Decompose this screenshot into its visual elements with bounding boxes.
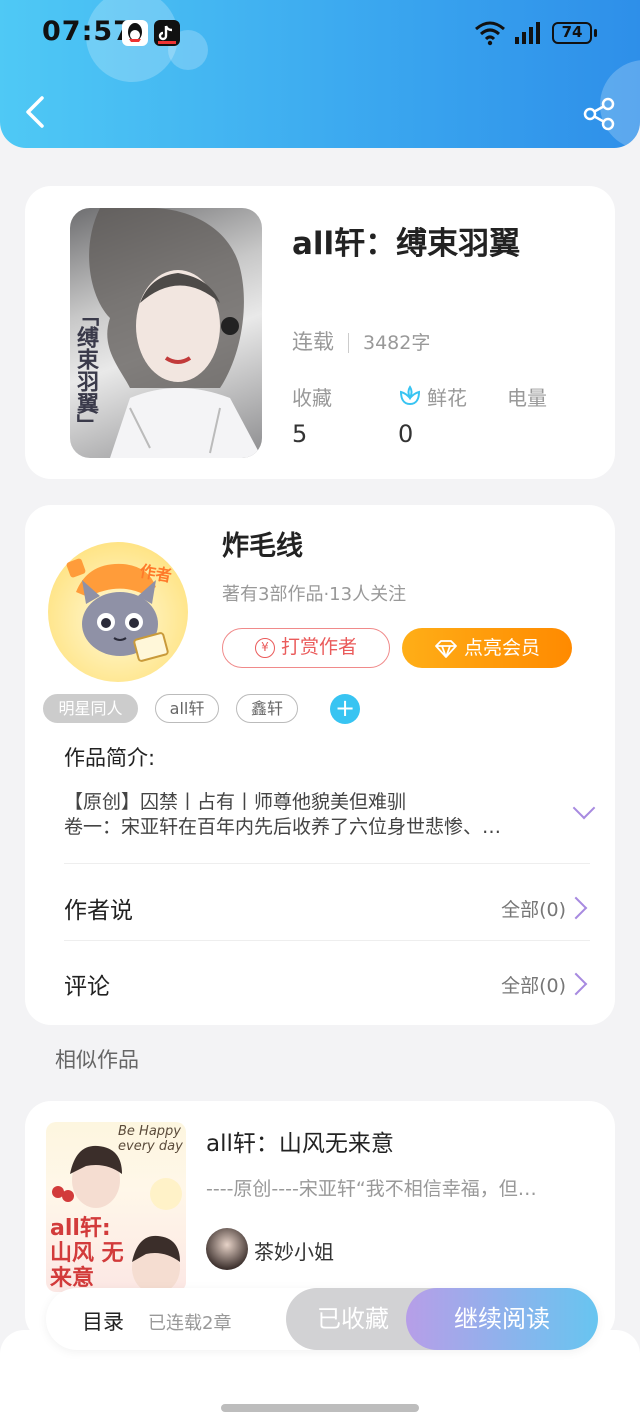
add-tag-button[interactable]: + (330, 694, 360, 724)
book-cover[interactable]: 「缚束羽翼」 (70, 208, 262, 458)
similar-author-avatar (206, 1228, 248, 1270)
douyin-icon (154, 20, 180, 46)
toc-chapter-count: 已连载2章 (148, 1313, 232, 1334)
synopsis-line-1: 【原创】囚禁丨占有丨师尊他貌美但难驯 (64, 791, 407, 813)
similar-work-title[interactable]: all轩：山风无来意 (206, 1124, 394, 1158)
book-meta: 连载 3482字 (292, 326, 430, 356)
author-says-label: 作者说 (64, 898, 133, 924)
wifi-icon (474, 20, 506, 50)
synopsis-line-2: 卷一：宋亚轩在百年内先后收养了六位身世悲惨、… (64, 816, 502, 838)
cover-portrait-image (89, 208, 262, 458)
favorited-label: 已收藏 (317, 1305, 389, 1333)
tip-author-label: 打赏作者 (280, 636, 357, 658)
divider (64, 940, 590, 941)
tag-item[interactable]: 鑫轩 (236, 694, 298, 723)
home-indicator[interactable] (221, 1404, 419, 1412)
back-button[interactable] (20, 92, 52, 132)
toc-button[interactable]: 目录 (82, 1306, 124, 1336)
book-word-count: 3482字 (363, 332, 431, 354)
similar-cover-main-text: all轩: 山风 无来意 (50, 1216, 124, 1291)
stat-label-power: 电量 (507, 386, 547, 410)
header: 07:57 74 (0, 0, 640, 148)
similar-work-cover[interactable]: Be Happy every day all轩: 山风 无来意 (46, 1122, 186, 1292)
stat-value-flowers: 0 (398, 420, 414, 448)
similar-work-desc: ----原创----宋亚轩“我不相信幸福，但… (206, 1178, 537, 1200)
author-meta: 著有3部作品·13人关注 (222, 584, 407, 605)
signal-icon (514, 20, 544, 50)
continue-reading-button[interactable]: 继续阅读 (406, 1288, 598, 1350)
cover-title-text: 「缚束羽翼」 (73, 304, 98, 436)
stat-label-flowers: 鲜花 (427, 386, 467, 410)
flower-icon (398, 384, 422, 412)
similar-cover-top-text: Be Happy every day (118, 1124, 183, 1154)
tag-item[interactable]: all轩 (155, 694, 219, 723)
author-says-link[interactable]: 全部(0) (501, 895, 566, 922)
diamond-icon (435, 639, 457, 658)
battery-icon: 74 (552, 22, 597, 44)
stat-value-favorites: 5 (292, 420, 308, 448)
meta-divider (348, 333, 349, 353)
status-bar: 07:57 74 (0, 14, 640, 54)
book-title: all轩：缚束羽翼 (292, 226, 521, 262)
tag-item[interactable]: 明星同人 (43, 694, 138, 723)
chevron-left-icon (26, 96, 44, 128)
similar-works-label: 相似作品 (55, 1048, 139, 1072)
share-button[interactable] (580, 96, 620, 136)
qq-icon (122, 20, 148, 46)
status-time: 07:57 (42, 16, 133, 47)
divider (64, 863, 590, 864)
comments-link[interactable]: 全部(0) (501, 971, 566, 998)
author-avatar[interactable]: 作者 (48, 542, 188, 682)
stat-label-favorites: 收藏 (292, 386, 332, 410)
synopsis-label: 作品简介: (64, 746, 156, 770)
comments-label: 评论 (64, 974, 110, 1000)
vip-label: 点亮会员 (463, 637, 540, 659)
share-icon (583, 97, 615, 131)
similar-work-author: 茶妙小姐 (254, 1240, 334, 1264)
tip-author-button[interactable]: ¥ 打赏作者 (222, 628, 390, 668)
vip-button[interactable]: 点亮会员 (402, 628, 572, 668)
book-status: 连载 (292, 330, 334, 354)
author-name[interactable]: 炸毛线 (222, 524, 303, 563)
yen-coin-icon: ¥ (254, 637, 275, 658)
